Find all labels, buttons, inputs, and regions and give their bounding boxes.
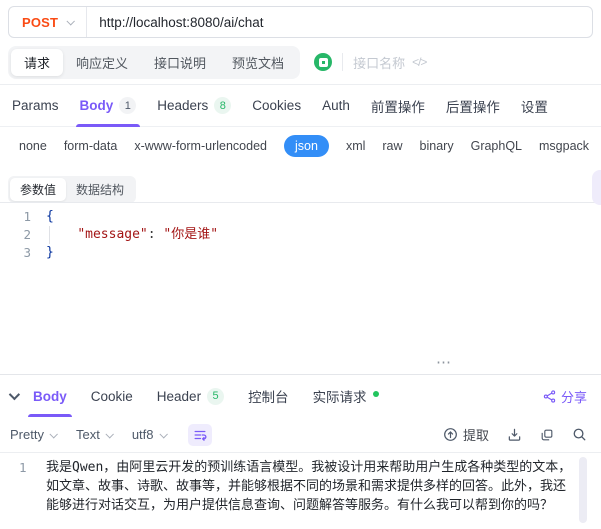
request-tabs: Params Body 1 Headers 8 Cookies Auth 前置操… bbox=[0, 85, 601, 127]
tab-api-description[interactable]: 接口说明 bbox=[141, 49, 219, 76]
tab-settings[interactable]: 设置 bbox=[521, 85, 548, 126]
endpoint-name-wrap: 接口名称 </> bbox=[342, 53, 427, 72]
body-type-urlencoded[interactable]: x-www-form-urlencoded bbox=[134, 139, 267, 153]
search-button[interactable] bbox=[572, 427, 587, 442]
editor-mode-toggle: 参数值 数据结构 bbox=[8, 176, 137, 203]
tab-params[interactable]: Params bbox=[12, 85, 59, 126]
tab-response-definition[interactable]: 响应定义 bbox=[63, 49, 141, 76]
view-tabs-row: 请求 响应定义 接口说明 预览文档 接口名称 </> bbox=[8, 45, 593, 79]
copy-icon bbox=[541, 429, 553, 440]
code-key: "message" bbox=[77, 227, 148, 242]
json-body-editor[interactable]: 1 { 2 "message": "你是谁" 3 } bbox=[0, 202, 601, 360]
code-open-brace: { bbox=[46, 209, 54, 224]
mode-data-structure[interactable]: 数据结构 bbox=[66, 178, 134, 201]
tab-response-cookie[interactable]: Cookie bbox=[91, 375, 133, 417]
extract-label: 提取 bbox=[462, 428, 489, 443]
header-count-badge: 5 bbox=[207, 387, 225, 405]
tab-cookies[interactable]: Cookies bbox=[252, 85, 301, 126]
response-text: 我是Qwen，由阿里云开发的预训练语言模型。我被设计用来帮助用户生成各种类型的文… bbox=[46, 460, 572, 513]
word-wrap-icon bbox=[194, 430, 206, 441]
body-type-binary[interactable]: binary bbox=[420, 139, 454, 153]
code-brackets-icon: </> bbox=[412, 55, 427, 69]
mode-param-values[interactable]: 参数值 bbox=[10, 178, 67, 201]
extract-icon bbox=[444, 428, 457, 441]
collapse-panel-icon[interactable] bbox=[8, 388, 21, 401]
share-button[interactable]: 分享 bbox=[543, 387, 587, 406]
body-type-graphql[interactable]: GraphQL bbox=[471, 139, 522, 153]
response-body-viewer[interactable]: 1 我是Qwen，由阿里云开发的预训练语言模型。我被设计用来帮助用户生成各种类型… bbox=[0, 453, 601, 523]
line-number: 2 bbox=[23, 227, 31, 242]
api-status-icon[interactable] bbox=[314, 53, 333, 71]
share-icon bbox=[543, 389, 556, 403]
tab-body[interactable]: Body 1 bbox=[75, 85, 140, 127]
copy-button[interactable] bbox=[540, 428, 554, 442]
endpoint-name-input[interactable]: 接口名称 bbox=[353, 53, 405, 72]
body-count-badge: 1 bbox=[119, 97, 137, 114]
tab-console[interactable]: 控制台 bbox=[248, 375, 289, 417]
line-number: 1 bbox=[23, 209, 31, 224]
tab-auth[interactable]: Auth bbox=[322, 85, 350, 126]
view-type-select[interactable]: Text bbox=[76, 427, 114, 442]
tab-post-operations[interactable]: 后置操作 bbox=[446, 85, 500, 126]
method-select[interactable]: POST bbox=[9, 15, 86, 30]
panel-resize-handle[interactable]: ⋯ bbox=[436, 355, 452, 370]
url-input[interactable]: http://localhost:8080/ai/chat bbox=[87, 15, 275, 30]
response-toolbar: Pretty Text utf8 提取 bbox=[0, 417, 601, 453]
code-line: 2 "message": "你是谁" bbox=[0, 226, 601, 244]
request-url-bar: POST http://localhost:8080/ai/chat bbox=[8, 6, 593, 38]
view-tabs-group: 请求 响应定义 接口说明 预览文档 bbox=[8, 45, 301, 79]
chevron-down-icon bbox=[49, 429, 58, 439]
body-type-none[interactable]: none bbox=[19, 139, 47, 153]
tab-pre-operations[interactable]: 前置操作 bbox=[371, 85, 425, 126]
body-type-xml[interactable]: xml bbox=[346, 139, 365, 153]
status-dot bbox=[372, 391, 379, 397]
tab-preview-doc[interactable]: 预览文档 bbox=[219, 49, 297, 76]
download-icon bbox=[508, 428, 521, 441]
code-value: "你是谁" bbox=[163, 227, 219, 242]
body-type-json[interactable]: json bbox=[284, 135, 329, 157]
code-separator: : bbox=[147, 227, 164, 242]
code-close-brace: } bbox=[46, 245, 54, 260]
body-type-form-data[interactable]: form-data bbox=[64, 139, 118, 153]
toolbar-right-group: 提取 bbox=[443, 425, 587, 444]
tab-headers[interactable]: Headers 8 bbox=[157, 85, 232, 126]
body-type-selector: none form-data x-www-form-urlencoded jso… bbox=[0, 127, 601, 165]
method-label: POST bbox=[22, 14, 59, 30]
chevron-down-icon bbox=[66, 17, 76, 26]
body-type-msgpack[interactable]: msgpack bbox=[539, 139, 589, 153]
download-button[interactable] bbox=[507, 427, 522, 442]
indent-guide bbox=[49, 226, 50, 244]
line-number: 3 bbox=[23, 245, 31, 260]
chevron-down-icon bbox=[105, 429, 114, 439]
api-status-icon-core bbox=[321, 60, 325, 64]
response-tabs-row: Body Cookie Header 5 控制台 实际请求 分享 bbox=[0, 375, 601, 417]
search-icon bbox=[573, 428, 586, 441]
share-label: 分享 bbox=[560, 389, 587, 405]
word-wrap-button[interactable] bbox=[187, 423, 212, 446]
encoding-select[interactable]: utf8 bbox=[132, 427, 168, 442]
response-panel: Body Cookie Header 5 控制台 实际请求 分享 Pretty bbox=[0, 374, 601, 529]
line-number: 1 bbox=[19, 460, 27, 475]
tab-response-header[interactable]: Header 5 bbox=[157, 375, 225, 417]
scrollbar-thumb[interactable] bbox=[579, 457, 587, 523]
code-line: 1 { bbox=[0, 208, 601, 226]
headers-count-badge: 8 bbox=[214, 97, 232, 114]
code-line: 3 } bbox=[0, 244, 601, 262]
body-type-raw[interactable]: raw bbox=[382, 139, 402, 153]
format-select[interactable]: Pretty bbox=[10, 427, 58, 442]
tab-request[interactable]: 请求 bbox=[11, 48, 64, 76]
tab-actual-request[interactable]: 实际请求 bbox=[313, 375, 379, 417]
tab-response-body[interactable]: Body bbox=[28, 375, 72, 417]
extract-button[interactable]: 提取 bbox=[443, 425, 489, 444]
chevron-down-icon bbox=[158, 429, 168, 439]
response-tabs: Body Cookie Header 5 控制台 实际请求 bbox=[28, 375, 379, 417]
side-panel-handle[interactable] bbox=[592, 170, 601, 205]
api-status-icon-inner bbox=[318, 57, 328, 67]
editor-mode-row: 参数值 数据结构 bbox=[0, 165, 601, 203]
